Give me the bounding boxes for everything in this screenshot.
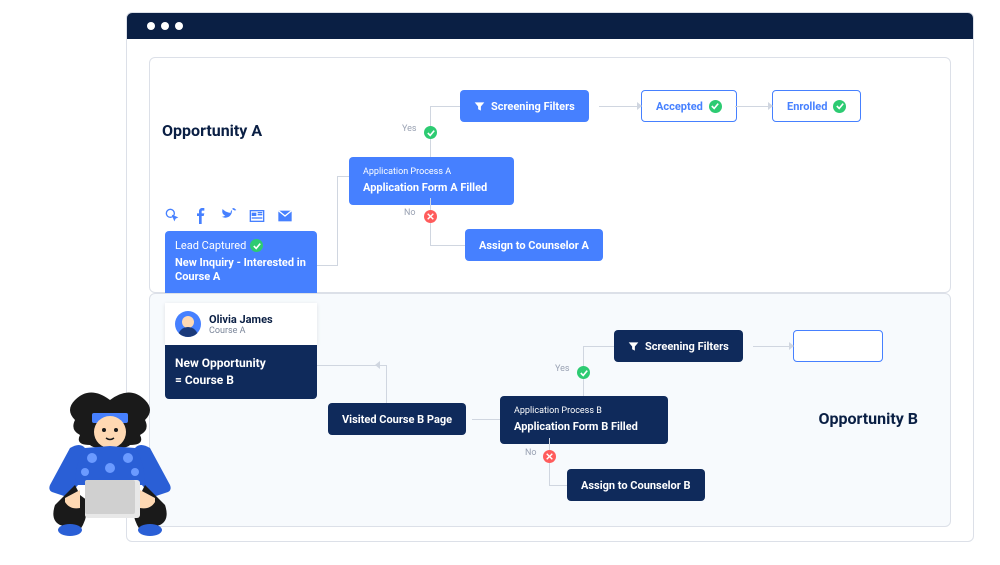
funnel-icon (628, 341, 639, 352)
user-course: Course A (209, 326, 273, 336)
check-icon (250, 239, 263, 252)
avatar (175, 311, 201, 337)
assign-b-label: Assign to Counselor B (581, 479, 691, 492)
user-card[interactable]: Olivia James Course A (165, 303, 317, 345)
no-label: No (404, 208, 416, 218)
user-name: Olivia James (209, 313, 273, 326)
app-form-b-label: Application Form B Filled (514, 420, 654, 434)
check-icon (424, 126, 437, 139)
twitter-icon (221, 208, 237, 224)
app-form-label: Application Form A Filled (363, 181, 500, 195)
no-label: No (525, 448, 537, 458)
window-dot-icon (147, 22, 155, 30)
window-dot-icon (175, 22, 183, 30)
enrolled-node[interactable]: Enrolled (772, 90, 861, 122)
check-icon (709, 100, 722, 113)
new-op-line1: New Opportunity (175, 355, 307, 372)
visited-course-b-node[interactable]: Visited Course B Page (328, 403, 466, 435)
opportunity-a-title: Opportunity A (162, 121, 262, 140)
funnel-icon (474, 101, 485, 112)
click-icon (165, 208, 181, 224)
app-process-a-node[interactable]: Application Process A Application Form A… (349, 157, 514, 205)
lead-inquiry-title: New Inquiry - Interested in Course A (175, 256, 307, 285)
accepted-node[interactable]: Accepted (641, 90, 737, 122)
app-window: Opportunity A Lead Captured New Inquiry … (126, 12, 974, 542)
screening-filters-a-node[interactable]: Screening Filters (460, 90, 589, 122)
screening-filters-b-node[interactable]: Screening Filters (614, 330, 743, 362)
app-process-b-label: Application Process B (514, 406, 654, 418)
yes-label: Yes (555, 364, 570, 374)
assign-counselor-a-node[interactable]: Assign to Counselor A (465, 229, 603, 261)
facebook-icon (193, 208, 209, 224)
titlebar (127, 13, 973, 39)
mail-icon (277, 208, 293, 224)
visited-label: Visited Course B Page (342, 413, 452, 426)
lead-captured-label: Lead Captured (175, 239, 246, 252)
app-process-b-node[interactable]: Application Process B Application Form B… (500, 396, 668, 444)
yes-label: Yes (402, 124, 417, 134)
opportunity-b-title: Opportunity B (818, 409, 918, 428)
assign-label: Assign to Counselor A (479, 239, 589, 252)
check-icon (833, 100, 846, 113)
new-op-line2: = Course B (175, 372, 307, 389)
window-dot-icon (161, 22, 169, 30)
newspaper-icon (249, 208, 265, 224)
check-icon (577, 366, 590, 379)
screening-label: Screening Filters (491, 100, 575, 113)
accepted-label: Accepted (656, 100, 703, 113)
assign-counselor-b-node[interactable]: Assign to Counselor B (567, 469, 705, 501)
enrolled-label: Enrolled (787, 100, 827, 113)
screening-b-label: Screening Filters (645, 340, 729, 353)
cross-icon (543, 450, 556, 463)
cross-icon (424, 210, 437, 223)
outcome-b-placeholder[interactable] (793, 330, 883, 362)
lead-captured-card[interactable]: Lead Captured New Inquiry - Interested i… (165, 231, 317, 293)
lead-source-icons (165, 208, 293, 224)
person-illustration (30, 390, 190, 550)
app-process-label: Application Process A (363, 167, 500, 179)
